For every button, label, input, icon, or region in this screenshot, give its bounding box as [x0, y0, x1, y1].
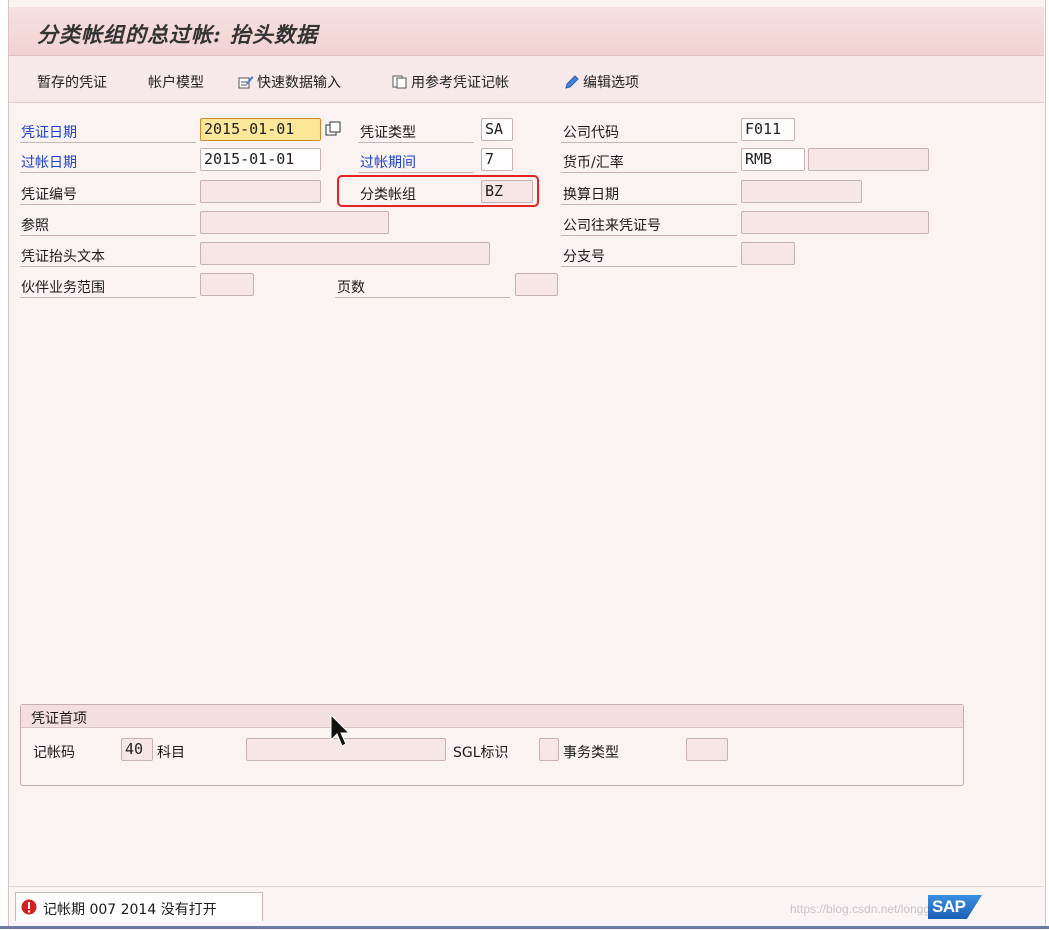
reference-label: 参照 [21, 218, 49, 234]
company-code-label: 公司代码 [563, 125, 619, 141]
partner-ba-label: 伙伴业务范围 [21, 280, 105, 296]
company-code-input[interactable]: F011 [741, 118, 795, 141]
application-toolbar: 暂存的凭证 帐户模型 快速数据输入 用参考凭证记帐 编辑选项 [9, 56, 1044, 103]
sgl-indicator-label: SGL标识 [453, 745, 509, 761]
divider [335, 297, 510, 298]
currency-label: 货币/汇率 [563, 155, 624, 171]
page-count-label: 页数 [337, 280, 365, 296]
post-with-reference-button[interactable]: 用参考凭证记帐 [392, 72, 509, 92]
cross-cc-number-input[interactable] [741, 211, 929, 234]
status-message[interactable]: 记帐期 007 2014 没有打开 [15, 892, 263, 921]
mouse-cursor-icon [330, 714, 351, 747]
currency-input[interactable]: RMB [741, 148, 805, 171]
divider [561, 235, 737, 236]
doc-type-input[interactable]: SA [481, 118, 513, 141]
account-model-button[interactable]: 帐户模型 [148, 72, 204, 92]
period-label[interactable]: 过帐期间 [360, 152, 416, 172]
calendar-icon[interactable] [325, 121, 341, 137]
exchange-rate-input[interactable] [808, 148, 929, 171]
divider [561, 142, 737, 143]
status-text: 记帐期 007 2014 没有打开 [43, 902, 217, 918]
translation-date-input[interactable] [741, 180, 862, 203]
cross-cc-number-label: 公司往来凭证号 [563, 218, 661, 234]
pencil-icon [565, 75, 579, 89]
edit-list-icon [238, 76, 254, 89]
branch-number-input[interactable] [741, 242, 795, 265]
page-title: 分类帐组的总过帐: 抬头数据 [37, 22, 319, 47]
divider [358, 142, 474, 143]
post-with-reference-label: 用参考凭证记帐 [411, 75, 509, 91]
account-label: 科目 [157, 745, 185, 761]
highlight-box [337, 175, 539, 207]
reference-input[interactable] [200, 211, 389, 234]
divider [20, 142, 196, 143]
transaction-type-input[interactable] [686, 738, 728, 761]
posting-date-label[interactable]: 过帐日期 [21, 152, 77, 172]
editing-options-label: 编辑选项 [583, 75, 639, 91]
copy-document-icon [392, 75, 407, 89]
doc-number-input[interactable] [200, 180, 321, 203]
period-input[interactable]: 7 [481, 148, 513, 171]
doc-date-label[interactable]: 凭证日期 [21, 122, 77, 142]
fast-data-entry-label: 快速数据输入 [257, 75, 341, 91]
divider [20, 172, 196, 173]
doc-date-input[interactable]: 2015-01-01 [200, 118, 321, 141]
divider [561, 266, 737, 267]
park-document-button[interactable]: 暂存的凭证 [37, 72, 107, 92]
page-count-input[interactable] [515, 273, 558, 296]
header-text-input[interactable] [200, 242, 490, 265]
first-line-item-group: 凭证首项 记帐码 40 科目 SGL标识 事务类型 [20, 704, 964, 786]
divider [20, 204, 196, 205]
divider [20, 235, 196, 236]
translation-date-label: 换算日期 [563, 187, 619, 203]
divider [561, 204, 737, 205]
divider [20, 297, 196, 298]
divider [20, 266, 196, 267]
partner-ba-input[interactable] [200, 273, 254, 296]
doc-type-label: 凭证类型 [360, 125, 416, 141]
divider [358, 172, 474, 173]
posting-key-label: 记帐码 [33, 745, 75, 761]
group-title: 凭证首项 [31, 711, 87, 727]
posting-key-input[interactable]: 40 [121, 738, 153, 761]
editing-options-button[interactable]: 编辑选项 [564, 72, 639, 92]
transaction-type-label: 事务类型 [563, 745, 619, 761]
error-icon [21, 899, 37, 915]
sgl-indicator-input[interactable] [539, 738, 559, 761]
doc-number-label: 凭证编号 [21, 187, 77, 203]
header-text-label: 凭证抬头文本 [21, 249, 105, 265]
posting-date-input[interactable]: 2015-01-01 [200, 148, 321, 171]
branch-number-label: 分支号 [563, 249, 605, 265]
title-bar: 分类帐组的总过帐: 抬头数据 [9, 7, 1044, 56]
group-header: 凭证首项 [21, 705, 963, 728]
window-frame [8, 0, 1046, 929]
fast-data-entry-button[interactable]: 快速数据输入 [238, 72, 341, 92]
divider [561, 172, 737, 173]
